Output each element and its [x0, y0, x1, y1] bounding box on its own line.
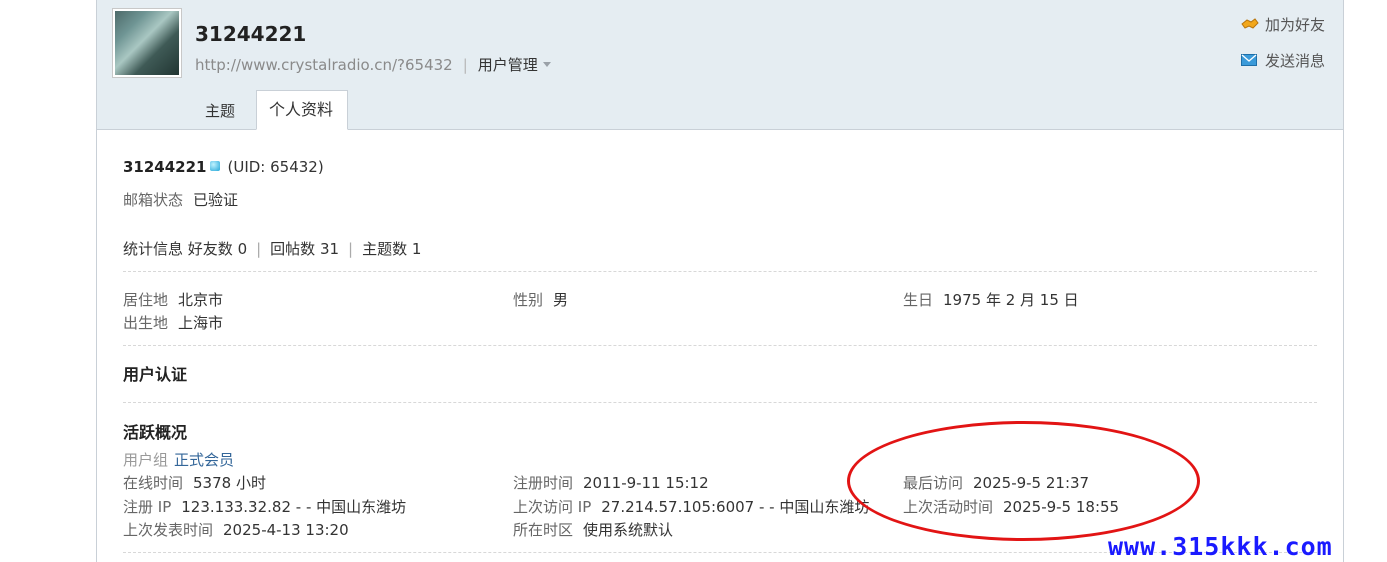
register-ip-row: 注册 IP 123.133.32.82 - - 中国山东潍坊: [123, 496, 406, 517]
tab-profile[interactable]: 个人资料: [256, 90, 348, 130]
residence-value: 北京市: [178, 291, 224, 309]
birthday-row: 生日 1975 年 2 月 15 日: [903, 289, 1079, 310]
timezone-label: 所在时区: [513, 521, 574, 539]
divider: [123, 345, 1317, 346]
watermark-text: www.315kkk.com: [1108, 532, 1333, 561]
register-ip-label: 注册 IP: [123, 498, 172, 516]
stats-row: 统计信息 好友数 0 | 回帖数 31 | 主题数 1: [123, 238, 421, 259]
profile-header: 31244221 http://www.crystalradio.cn/?654…: [97, 0, 1343, 130]
profile-uid: (UID: 65432): [227, 158, 324, 176]
separator: |: [256, 240, 262, 258]
separator: |: [348, 240, 354, 258]
add-friend-label: 加为好友: [1264, 15, 1325, 34]
gender-value: 男: [553, 291, 569, 309]
online-time-row: 在线时间 5378 小时: [123, 472, 266, 493]
birthday-value: 1975 年 2 月 15 日: [943, 291, 1079, 309]
timezone-value: 使用系统默认: [583, 521, 674, 539]
user-manage-dropdown[interactable]: 用户管理: [478, 56, 551, 74]
stats-label: 统计信息: [123, 240, 184, 258]
last-post-row: 上次发表时间 2025-4-13 13:20: [123, 519, 349, 540]
avatar-image: [115, 11, 179, 75]
email-status-label: 邮箱状态: [123, 191, 184, 209]
email-status-row: 邮箱状态 已验证: [123, 189, 238, 210]
divider: [123, 402, 1317, 403]
residence-row: 居住地 北京市: [123, 289, 223, 310]
reply-count-link[interactable]: 回帖数 31: [270, 240, 339, 258]
red-annotation-ellipse: [847, 421, 1200, 541]
chevron-down-icon: [542, 62, 551, 67]
user-group-row: 用户组 正式会员: [123, 449, 234, 470]
profile-name-row: 31244221 (UID: 65432): [123, 158, 324, 176]
last-ip-row: 上次访问 IP 27.214.57.105:6007 - - 中国山东潍坊: [513, 496, 869, 517]
profile-url[interactable]: http://www.crystalradio.cn/?65432: [195, 56, 453, 74]
divider: [123, 271, 1317, 272]
url-row: http://www.crystalradio.cn/?65432 | 用户管理: [195, 54, 551, 75]
separator: |: [462, 56, 468, 74]
online-status-icon: [209, 161, 220, 171]
last-post-value: 2025-4-13 13:20: [223, 521, 349, 539]
handshake-icon: [1241, 17, 1259, 31]
send-message-button[interactable]: 发送消息: [1240, 50, 1325, 70]
birthplace-row: 出生地 上海市: [123, 312, 223, 333]
envelope-icon: [1240, 53, 1257, 67]
online-time-value: 5378 小时: [193, 474, 266, 492]
timezone-row: 所在时区 使用系统默认: [513, 519, 673, 540]
residence-label: 居住地: [123, 291, 169, 309]
register-time-value: 2011-9-11 15:12: [583, 474, 709, 492]
user-group-label: 用户组: [123, 451, 169, 469]
birthday-label: 生日: [903, 291, 934, 309]
user-group-value[interactable]: 正式会员: [174, 451, 234, 469]
register-ip-value: 123.133.32.82 - - 中国山东潍坊: [181, 498, 407, 516]
register-time-label: 注册时间: [513, 474, 574, 492]
user-manage-label: 用户管理: [477, 56, 538, 74]
gender-label: 性别: [513, 291, 544, 309]
tab-topics[interactable]: 主题: [193, 92, 253, 130]
online-time-label: 在线时间: [123, 474, 184, 492]
send-message-label: 发送消息: [1264, 51, 1325, 70]
friend-count-link[interactable]: 好友数 0: [188, 240, 247, 258]
header-username: 31244221: [195, 22, 307, 46]
last-ip-value: 27.214.57.105:6007 - - 中国山东潍坊: [601, 498, 870, 516]
header-actions: 加为好友 发送消息: [1240, 14, 1325, 86]
user-auth-title: 用户认证: [123, 365, 188, 384]
topic-count-link[interactable]: 主题数 1: [362, 240, 421, 258]
avatar[interactable]: [112, 8, 182, 78]
register-time-row: 注册时间 2011-9-11 15:12: [513, 472, 709, 493]
last-ip-label: 上次访问 IP: [513, 498, 592, 516]
add-friend-button[interactable]: 加为好友: [1241, 14, 1325, 34]
activity-title: 活跃概况: [123, 423, 188, 442]
gender-row: 性别男: [513, 289, 568, 310]
last-post-label: 上次发表时间: [123, 521, 214, 539]
email-status-value: 已验证: [193, 191, 239, 209]
birthplace-value: 上海市: [178, 314, 224, 332]
profile-name: 31244221: [123, 158, 207, 176]
birthplace-label: 出生地: [123, 314, 169, 332]
